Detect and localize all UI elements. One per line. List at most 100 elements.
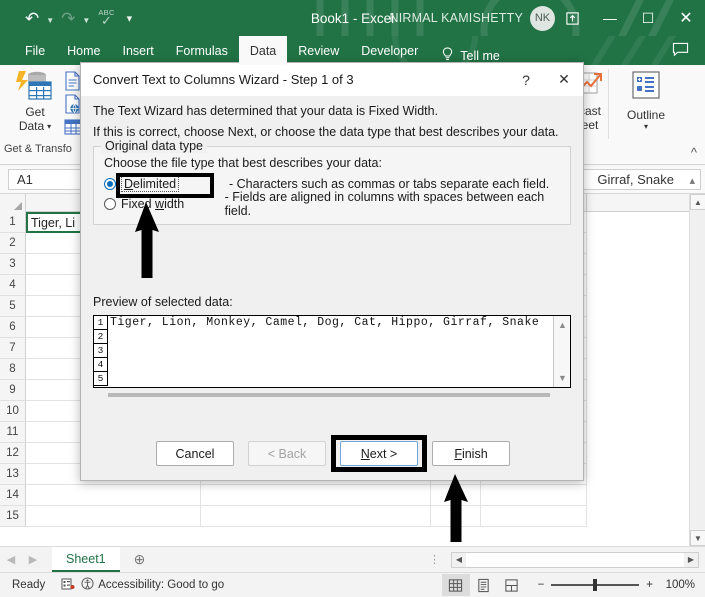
finish-button[interactable]: Finish — [432, 441, 510, 466]
outline-label: Outline — [626, 108, 666, 122]
cell[interactable] — [26, 506, 201, 527]
cancel-button[interactable]: Cancel — [156, 441, 234, 466]
previous-sheet-icon[interactable]: ◀ — [0, 553, 22, 566]
cell[interactable] — [201, 485, 431, 506]
row-header[interactable]: 9 — [0, 380, 26, 401]
cell[interactable] — [481, 506, 587, 527]
redo-dropdown-icon[interactable]: ▼ — [80, 16, 92, 25]
preview-horizontal-scrollbar[interactable] — [94, 389, 570, 400]
outline-chevron-down-icon[interactable]: ▾ — [644, 122, 648, 131]
undo-dropdown-icon[interactable]: ▼ — [44, 16, 56, 25]
row-header[interactable]: 6 — [0, 317, 26, 338]
zoom-percent-label[interactable]: 100% — [661, 579, 695, 591]
vertical-scrollbar[interactable]: ▲ ▼ — [689, 194, 705, 546]
zoom-in-button[interactable]: + — [646, 579, 653, 591]
redo-icon[interactable]: ↷ — [58, 6, 78, 30]
dialog-buttons: Cancel < Back Next > Finish — [81, 435, 585, 472]
cell[interactable] — [26, 485, 201, 506]
row-header[interactable]: 4 — [0, 275, 26, 296]
zoom-control[interactable]: − + — [538, 579, 653, 591]
row-header[interactable]: 2 — [0, 233, 26, 254]
excel-window: ↶ ▼ ↷ ▼ ABC ✓ ▾ Book1 - Excel NIRMAL KAMI… — [0, 0, 705, 597]
horizontal-scrollbar[interactable]: ◀ ▶ — [451, 551, 699, 568]
add-sheet-icon[interactable]: ⊕ — [134, 551, 146, 568]
maximize-icon[interactable]: ☐ — [629, 0, 667, 36]
row-header[interactable]: 13 — [0, 464, 26, 485]
account-name: NIRMAL KAMISHETTY — [389, 11, 523, 25]
cell[interactable] — [431, 485, 481, 506]
row-header[interactable]: 15 — [0, 506, 26, 527]
choose-file-type-label: Choose the file type that best describes… — [104, 156, 382, 170]
preview-vertical-scrollbar[interactable]: ▲ ▼ — [553, 316, 570, 387]
select-all-corner[interactable] — [0, 194, 26, 212]
row-header[interactable]: 1 — [0, 212, 26, 233]
tab-review[interactable]: Review — [287, 36, 350, 65]
scroll-up-icon[interactable]: ▲ — [690, 194, 705, 210]
collapse-ribbon-icon[interactable]: ^ — [691, 145, 697, 160]
chevron-down-icon[interactable]: ▾ — [47, 122, 51, 131]
get-and-transform-group-label: Get & Transfo — [4, 143, 72, 155]
tab-home[interactable]: Home — [56, 36, 111, 65]
page-layout-view-button[interactable] — [470, 574, 498, 596]
row-header[interactable]: 3 — [0, 254, 26, 275]
tab-file[interactable]: File — [14, 36, 56, 65]
fixed-width-label: Fixed width — [121, 197, 185, 211]
zoom-slider-thumb[interactable] — [593, 579, 598, 591]
tab-formulas[interactable]: Formulas — [165, 36, 239, 65]
customize-quick-access-toolbar-icon[interactable]: ▾ — [127, 12, 133, 25]
scroll-left-icon[interactable]: ◀ — [452, 552, 466, 567]
spelling-icon[interactable]: ABC ✓ — [98, 8, 114, 27]
preview-row-number: 2 — [94, 330, 108, 344]
next-button[interactable]: Next > — [340, 441, 418, 466]
cell[interactable] — [201, 506, 431, 527]
status-bar: Ready Accessibility: Good to go − + 100% — [0, 572, 705, 597]
accessibility-icon — [81, 577, 94, 593]
accessibility-status[interactable]: Accessibility: Good to go — [81, 577, 224, 593]
radio-option-fixed-width[interactable]: Fixed width - Fields are aligned in colu… — [104, 190, 560, 218]
fixed-width-radio-icon[interactable] — [104, 198, 116, 210]
row-header[interactable]: 5 — [0, 296, 26, 317]
tab-split-handle[interactable]: ⋮ — [429, 553, 441, 566]
help-icon[interactable]: ? — [507, 63, 545, 96]
expand-formula-bar-icon[interactable]: ▴ — [689, 174, 695, 187]
preview-box[interactable]: 1 2 3 4 5 Tiger, Lion, Monkey, Camel, Do… — [93, 315, 571, 397]
tell-me-box[interactable]: Tell me — [441, 47, 500, 65]
cell[interactable] — [481, 485, 587, 506]
macro-record-icon[interactable] — [61, 577, 75, 593]
row-headers: 1 2 3 4 5 6 7 8 9 10 11 12 13 14 15 — [0, 212, 26, 527]
table-row — [26, 506, 587, 527]
row-header[interactable]: 10 — [0, 401, 26, 422]
dialog-close-icon[interactable]: ✕ — [545, 63, 583, 96]
original-data-type-fieldset: Original data type Choose the file type … — [93, 139, 571, 225]
preview-scroll-up-icon[interactable]: ▲ — [557, 320, 568, 330]
tab-developer[interactable]: Developer — [350, 36, 429, 65]
tab-insert[interactable]: Insert — [112, 36, 165, 65]
zoom-slider[interactable] — [551, 579, 640, 591]
avatar[interactable]: NK — [530, 5, 555, 31]
scroll-right-icon[interactable]: ▶ — [684, 552, 698, 567]
minimize-icon[interactable]: — — [591, 0, 629, 36]
dialog-body: The Text Wizard has determined that your… — [81, 96, 583, 397]
preview-scroll-down-icon[interactable]: ▼ — [557, 373, 568, 383]
scroll-down-icon[interactable]: ▼ — [690, 530, 705, 546]
ribbon-display-options-icon[interactable] — [553, 0, 591, 36]
row-header[interactable]: 8 — [0, 359, 26, 380]
row-header[interactable]: 11 — [0, 422, 26, 443]
sheet-tab-sheet1[interactable]: Sheet1 — [52, 547, 120, 572]
get-data-button[interactable]: Get Data ▾ — [8, 69, 62, 141]
close-icon[interactable]: ✕ — [667, 0, 705, 36]
page-break-preview-button[interactable] — [498, 574, 526, 596]
row-header[interactable]: 14 — [0, 485, 26, 506]
tab-data[interactable]: Data — [238, 36, 288, 65]
cell[interactable] — [431, 506, 481, 527]
row-header[interactable]: 7 — [0, 338, 26, 359]
row-header[interactable]: 12 — [0, 443, 26, 464]
delimited-radio-icon[interactable] — [104, 178, 116, 190]
normal-view-button[interactable] — [441, 574, 470, 596]
undo-icon[interactable]: ↶ — [22, 6, 42, 30]
account-area[interactable]: NIRMAL KAMISHETTY NK — [389, 0, 555, 36]
zoom-out-button[interactable]: − — [538, 579, 545, 591]
comments-icon[interactable] — [672, 42, 689, 61]
outline-group-button[interactable]: Outline ▾ — [616, 69, 676, 131]
next-sheet-icon[interactable]: ▶ — [22, 553, 44, 566]
